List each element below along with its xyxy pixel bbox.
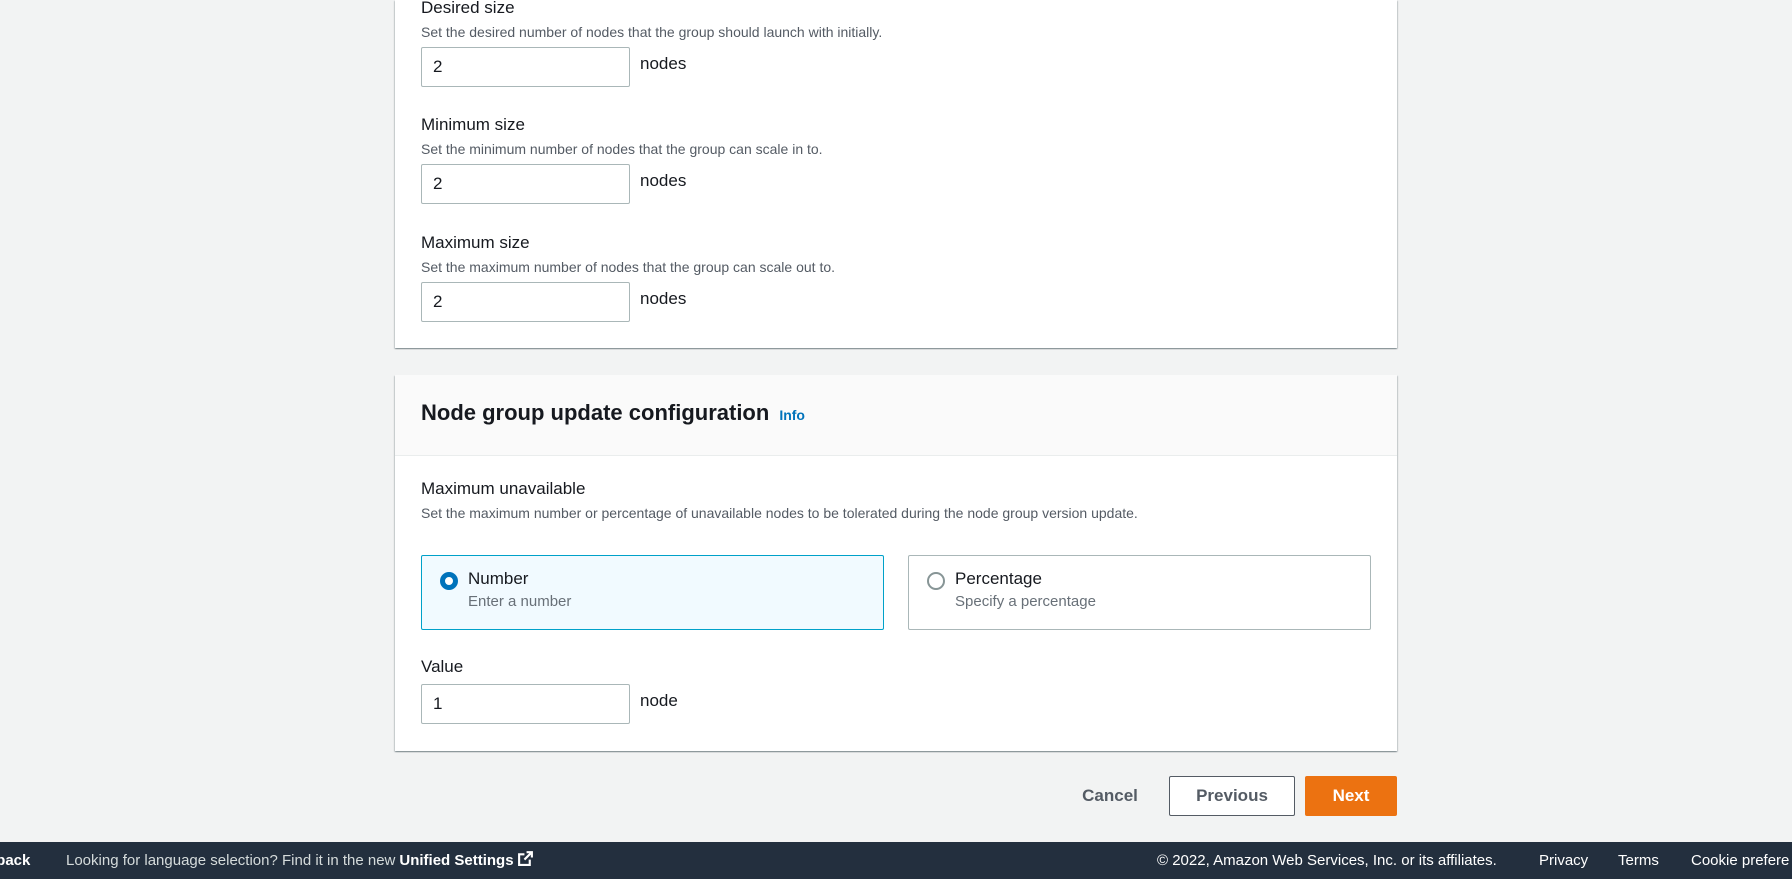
unified-settings-label: Unified Settings [399, 852, 514, 869]
desired-size-input[interactable] [421, 47, 630, 87]
minimum-size-input[interactable] [421, 164, 630, 204]
maximum-size-label: Maximum size [421, 233, 530, 252]
option-percentage-tile[interactable]: Percentage Specify a percentage [908, 555, 1371, 630]
minimum-size-description: Set the minimum number of nodes that the… [421, 141, 823, 157]
info-link[interactable]: Info [779, 407, 805, 423]
option-percentage-label: Percentage [955, 569, 1042, 588]
maximum-size-unit: nodes [640, 289, 687, 308]
desired-size-label: Desired size [421, 0, 515, 17]
radio-percentage[interactable] [927, 572, 945, 590]
maximum-size-input[interactable] [421, 282, 630, 322]
value-label: Value [421, 657, 464, 676]
feedback-link[interactable]: lback [0, 852, 30, 869]
update-config-panel: Node group update configuration Info Max… [395, 375, 1397, 751]
external-link-icon [517, 850, 534, 871]
option-number-label: Number [468, 569, 529, 588]
desired-size-description: Set the desired number of nodes that the… [421, 24, 883, 40]
minimum-size-field: Minimum size Set the minimum number of n… [421, 115, 823, 204]
max-unavailable-field: Maximum unavailable Set the maximum numb… [421, 479, 1138, 522]
language-notice: Looking for language selection? Find it … [66, 850, 534, 871]
value-input[interactable] [421, 684, 630, 724]
option-number-tile[interactable]: Number Enter a number [421, 555, 884, 630]
privacy-link[interactable]: Privacy [1539, 852, 1588, 869]
desired-size-field: Desired size Set the desired number of n… [421, 0, 882, 87]
cookie-preferences-link[interactable]: Cookie prefere [1691, 852, 1789, 869]
next-button[interactable]: Next [1305, 776, 1397, 816]
wizard-actions: Cancel Previous Next [1060, 776, 1397, 816]
radio-number[interactable] [440, 572, 458, 590]
terms-link[interactable]: Terms [1618, 852, 1659, 869]
maximum-size-field: Maximum size Set the maximum number of n… [421, 233, 835, 322]
minimum-size-label: Minimum size [421, 115, 525, 134]
copyright-text: © 2022, Amazon Web Services, Inc. or its… [1157, 852, 1497, 869]
max-unavailable-description: Set the maximum number or percentage of … [421, 505, 1138, 521]
page: Desired size Set the desired number of n… [0, 0, 1792, 879]
option-percentage-description: Specify a percentage [955, 593, 1096, 610]
max-unavailable-label: Maximum unavailable [421, 479, 586, 498]
update-config-title: Node group update configuration [421, 400, 770, 425]
scaling-config-panel: Desired size Set the desired number of n… [395, 0, 1397, 348]
language-prompt: Looking for language selection? Find it … [66, 852, 396, 869]
value-field: Value node [421, 657, 678, 724]
value-unit: node [640, 691, 678, 710]
desired-size-unit: nodes [640, 54, 687, 73]
cancel-button[interactable]: Cancel [1060, 776, 1160, 816]
console-footer: lback Looking for language selection? Fi… [0, 842, 1792, 879]
update-config-header: Node group update configuration Info [395, 375, 1397, 456]
unified-settings-link[interactable]: Unified Settings [399, 850, 534, 871]
minimum-size-unit: nodes [640, 171, 687, 190]
option-number-description: Enter a number [468, 593, 572, 610]
previous-button[interactable]: Previous [1169, 776, 1295, 816]
max-unavailable-options: Number Enter a number Percentage Specify… [421, 555, 1371, 630]
maximum-size-description: Set the maximum number of nodes that the… [421, 259, 836, 275]
